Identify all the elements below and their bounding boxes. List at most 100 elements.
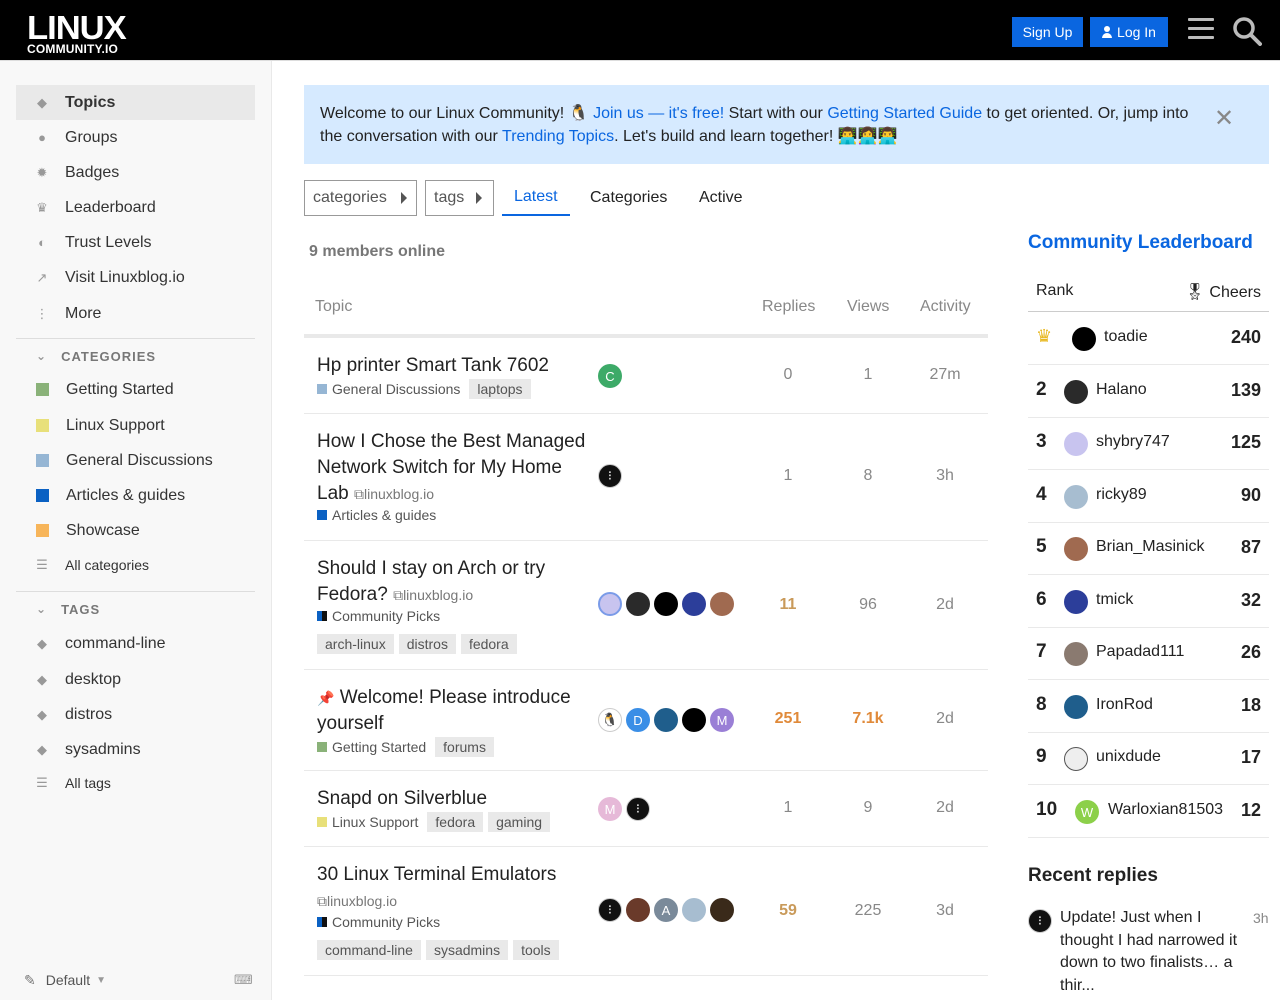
table-row[interactable]: Hp printer Smart Tank 7602 General Discu… [304,338,988,414]
topic-title[interactable]: Should I stay on Arch or try Fedora? ⧉li… [317,556,587,608]
sidebar-item-more[interactable]: ⋮ More [16,296,255,331]
avatar[interactable]: ⁝ [626,797,650,821]
tab-latest[interactable]: Latest [502,180,570,216]
sidebar-category-showcase[interactable]: Showcase [16,513,255,548]
activity-time[interactable]: 27m [915,366,975,384]
sidebar-all-tags[interactable]: ☰ All tags [16,765,255,800]
activity-time[interactable]: 3h [915,467,975,485]
avatar[interactable] [682,708,706,732]
recent-reply-text[interactable]: Update! Just when I thought I had narrow… [1060,907,1245,997]
tab-active[interactable]: Active [687,180,755,216]
avatar[interactable]: ⁝ [1028,909,1052,933]
topic-tag[interactable]: arch-linux [317,634,394,654]
avatar[interactable]: W [1075,800,1099,824]
avatar[interactable] [654,708,678,732]
activity-time[interactable]: 2d [915,799,975,817]
topic-title[interactable]: Hp printer Smart Tank 7602 [317,353,587,379]
avatar[interactable]: 🐧 [598,708,622,732]
topic-title[interactable]: Snapd on Silverblue [317,786,587,812]
sidebar-item-groups[interactable]: ● Groups [16,120,255,155]
sidebar-category-linux-support[interactable]: Linux Support [16,408,255,443]
close-icon[interactable]: ✕ [1214,104,1234,133]
sidebar-item-trust-levels[interactable]: ◐ Trust Levels [16,225,255,260]
sidebar-item-badges[interactable]: ✹ Badges [16,155,255,190]
topic-category[interactable]: Getting Started forums [317,737,494,757]
trending-topics-link[interactable]: Trending Topics [502,128,614,145]
recent-reply-time[interactable]: 3h [1253,910,1269,926]
sign-up-button[interactable]: Sign Up [1012,17,1083,47]
topic-tag[interactable]: tools [513,940,559,960]
avatar[interactable] [682,898,706,922]
leaderboard-row[interactable]: 4 ricky89 90 [1028,470,1269,523]
tags-section-toggle[interactable]: ⌄ TAGS [16,591,255,626]
avatar[interactable] [598,592,622,616]
sidebar-item-visit-linuxblog[interactable]: ↗ Visit Linuxblog.io [16,260,255,295]
sort-activity[interactable]: Activity [920,298,971,316]
sidebar-category-general-discussions[interactable]: General Discussions [16,443,255,478]
topic-title[interactable]: 📌 Welcome! Please introduce yourself [317,685,587,737]
leaderboard-row[interactable]: 6 tmick 32 [1028,575,1269,628]
avatar[interactable] [710,592,734,616]
topic-category[interactable]: Articles & guides [317,507,436,523]
topic-tag[interactable]: forums [435,737,494,757]
table-row[interactable]: Snapd on Silverblue Linux Support fedora g… [304,771,988,847]
avatar[interactable] [682,592,706,616]
topic-tag[interactable]: command-line [317,940,421,960]
log-in-button[interactable]: Log In [1090,17,1168,47]
avatar[interactable]: C [598,364,622,388]
avatar[interactable]: M [710,708,734,732]
avatar[interactable]: ⁝ [598,464,622,488]
table-row[interactable]: 📌 Welcome! Please introduce yourself Get… [304,670,988,771]
site-logo[interactable]: LINUX COMMUNITY.IO [27,11,127,55]
sidebar-tag-sysadmins[interactable]: ◆ sysadmins [16,732,255,767]
activity-time[interactable]: 3d [915,902,975,920]
topic-category[interactable]: Community Picks [317,914,440,930]
tab-categories[interactable]: Categories [578,180,679,216]
theme-selector[interactable]: Default [46,972,90,988]
avatar[interactable]: A [654,898,678,922]
sidebar-tag-desktop[interactable]: ◆ desktop [16,662,255,697]
table-row[interactable]: 30 Linux Terminal Emulators ⧉linuxblog.io… [304,847,988,976]
tags-dropdown[interactable]: tags [425,180,494,216]
avatar[interactable] [1064,380,1088,404]
sidebar-item-leaderboard[interactable]: ♛ Leaderboard [16,190,255,225]
topic-category[interactable]: Community Picks [317,608,440,624]
categories-dropdown[interactable]: categories [304,180,417,216]
topic-category[interactable]: Linux Support fedora gaming [317,812,551,832]
activity-time[interactable]: 2d [915,596,975,614]
leaderboard-row[interactable]: 3 shybry747 125 [1028,417,1269,470]
topic-category[interactable]: General Discussions laptops [317,379,531,399]
sort-views[interactable]: Views [847,298,889,316]
sidebar-all-categories[interactable]: ☰ All categories [16,547,255,582]
leaderboard-title[interactable]: Community Leaderboard [1028,232,1253,254]
getting-started-guide-link[interactable]: Getting Started Guide [827,105,982,122]
avatar[interactable] [1064,537,1088,561]
topic-tag[interactable]: gaming [488,812,551,832]
topic-title[interactable]: How I Chose the Best Managed Network Swi… [317,429,587,507]
avatar[interactable] [1064,432,1088,456]
topic-title[interactable]: 30 Linux Terminal Emulators ⧉linuxblog.io [317,862,587,914]
topic-tag[interactable]: fedora [427,812,484,832]
leaderboard-row[interactable]: 2 Halano 139 [1028,365,1269,418]
avatar[interactable] [626,898,650,922]
avatar[interactable] [1064,695,1088,719]
activity-time[interactable]: 2d [915,710,975,728]
topic-tag[interactable]: laptops [469,379,531,399]
hamburger-menu-icon[interactable] [1188,18,1214,42]
sidebar-category-getting-started[interactable]: Getting Started [16,372,255,407]
topic-tag[interactable]: sysadmins [425,940,509,960]
avatar[interactable] [1064,642,1088,666]
topic-tag[interactable]: fedora [460,634,517,654]
avatar[interactable]: M [598,797,622,821]
search-icon[interactable] [1232,16,1262,46]
avatar[interactable] [626,592,650,616]
topic-tag[interactable]: distros [398,634,456,654]
sidebar-item-topics[interactable]: ◆ Topics [16,85,255,120]
avatar[interactable] [654,592,678,616]
table-row[interactable]: Should I stay on Arch or try Fedora? ⧉li… [304,541,988,670]
leaderboard-row[interactable]: 5 Brian_Masinick 87 [1028,522,1269,575]
avatar[interactable] [710,898,734,922]
categories-section-toggle[interactable]: ⌄ CATEGORIES [16,338,255,373]
leaderboard-row[interactable]: ♛ toadie 240 [1028,312,1269,365]
leaderboard-row[interactable]: 7 Papadad111 26 [1028,627,1269,680]
